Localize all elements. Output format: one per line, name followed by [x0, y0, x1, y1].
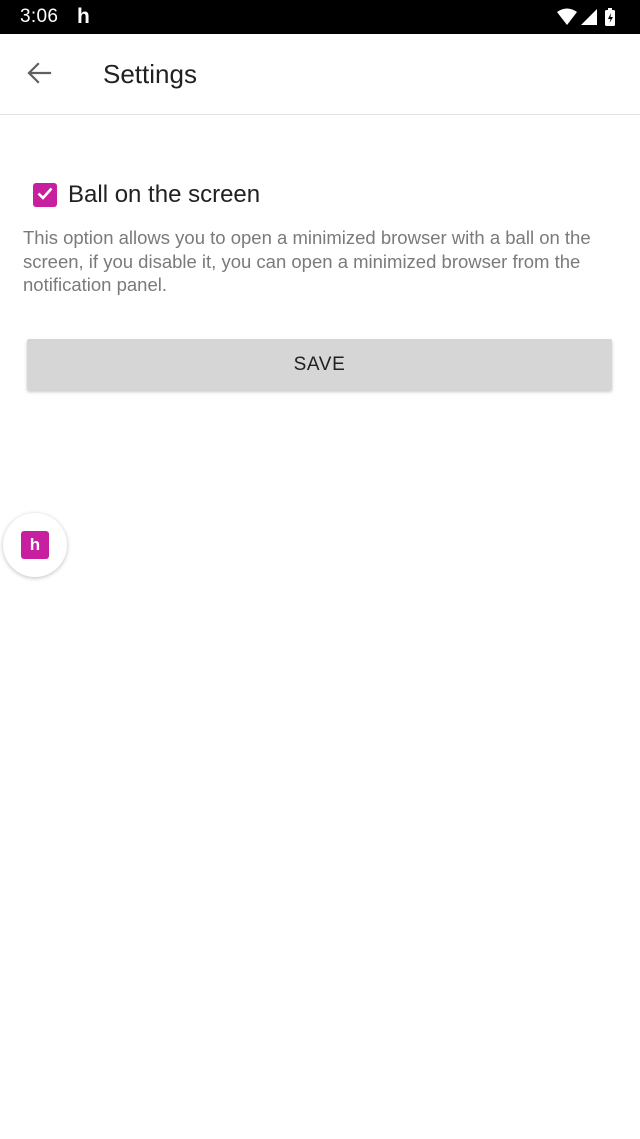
app-bar: Settings: [0, 34, 640, 115]
ball-on-screen-label: Ball on the screen: [68, 181, 261, 208]
page-title: Settings: [103, 59, 197, 89]
save-button[interactable]: SAVE: [27, 339, 612, 390]
status-bar: 3:06 h: [0, 0, 640, 34]
back-button[interactable]: [18, 54, 60, 96]
floating-browser-ball[interactable]: h: [3, 513, 67, 577]
wifi-icon: [557, 8, 577, 25]
ball-on-screen-description: This option allows you to open a minimiz…: [23, 227, 591, 295]
battery-icon: [605, 8, 615, 26]
arrow-back-icon: [26, 60, 52, 91]
app-notification-icon: h: [77, 5, 90, 28]
status-icons: [556, 6, 620, 28]
check-icon: [35, 183, 55, 208]
signal-icon: [581, 9, 597, 25]
status-time: 3:06: [20, 6, 59, 27]
ball-on-screen-option[interactable]: Ball on the screen: [33, 181, 260, 209]
ball-on-screen-checkbox[interactable]: [33, 183, 57, 207]
app-logo-icon: h: [21, 531, 49, 559]
